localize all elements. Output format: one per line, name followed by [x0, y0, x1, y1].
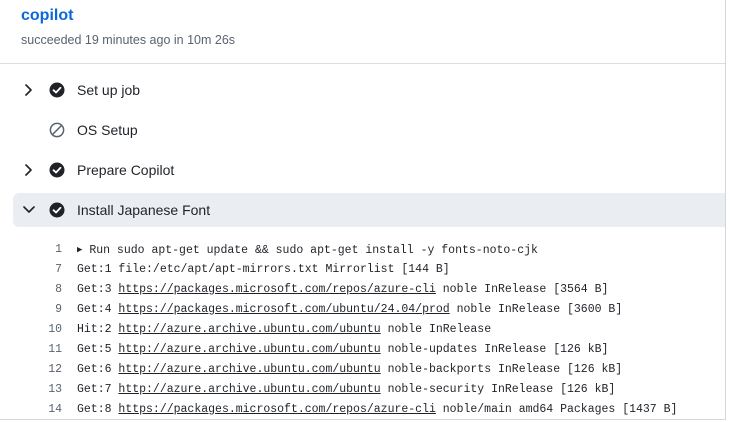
- log-suffix: file:/etc/apt/apt-mirrors.txt Mirrorlist…: [118, 263, 450, 276]
- log-line: 1 ▶ Run sudo apt-get update && sudo apt-g…: [13, 240, 725, 261]
- log-prefix: Get:5: [77, 343, 119, 356]
- log-group-text[interactable]: Run sudo apt-get update && sudo apt-get …: [89, 244, 538, 257]
- log-line: 14 Get:8 https://packages.microsoft.com/r…: [13, 400, 725, 419]
- check-circle-fill-icon: [49, 82, 65, 98]
- log-line-number[interactable]: 13: [13, 380, 62, 400]
- log-line-number[interactable]: 11: [13, 340, 62, 360]
- log-link[interactable]: https://packages.microsoft.com/ubuntu/24…: [118, 303, 449, 316]
- log-line-text: Get:8 https://packages.microsoft.com/rep…: [77, 400, 678, 419]
- step-label: OS Setup: [77, 122, 138, 138]
- log-suffix: noble-updates InRelease [126 kB]: [380, 343, 609, 356]
- log-line: 8 Get:3 https://packages.microsoft.com/re…: [13, 280, 725, 300]
- skip-icon: [49, 122, 65, 138]
- chevron-right-icon[interactable]: [23, 84, 35, 96]
- log-link[interactable]: https://packages.microsoft.com/repos/azu…: [118, 403, 435, 416]
- log-suffix: noble InRelease: [380, 323, 492, 336]
- log-line-number[interactable]: 9: [13, 300, 62, 320]
- log-suffix: noble-backports InRelease [126 kB]: [380, 363, 623, 376]
- job-status-text: succeeded 19 minutes ago in 10m 26s: [21, 33, 236, 47]
- log-line: 9 Get:4 https://packages.microsoft.com/ub…: [13, 300, 725, 320]
- log-suffix: noble-security InRelease [126 kB]: [380, 383, 616, 396]
- log-link[interactable]: http://azure.archive.ubuntu.com/ubuntu: [118, 383, 380, 396]
- log-line: 13 Get:7 http://azure.archive.ubuntu.com/…: [13, 380, 725, 400]
- log-link[interactable]: http://azure.archive.ubuntu.com/ubuntu: [118, 343, 380, 356]
- steps-list: Set up job OS Setup Prepare Copilot Install…: [13, 70, 725, 230]
- log-line-text: Get:4 https://packages.microsoft.com/ubu…: [77, 300, 622, 320]
- log-link[interactable]: http://azure.archive.ubuntu.com/ubuntu: [118, 363, 380, 376]
- chevron-down-icon[interactable]: [23, 204, 35, 216]
- log-link[interactable]: http://azure.archive.ubuntu.com/ubuntu: [118, 323, 380, 336]
- log-line-number[interactable]: 14: [13, 400, 62, 419]
- log-line-number[interactable]: 7: [13, 260, 62, 280]
- log-line: 10 Hit:2 http://azure.archive.ubuntu.com/…: [13, 320, 725, 340]
- log-prefix: Hit:2: [77, 323, 119, 336]
- log-line-text: Get:7 http://azure.archive.ubuntu.com/ub…: [77, 380, 615, 400]
- log-prefix: Get:1: [77, 263, 119, 276]
- log-line-text: Get:5 http://azure.archive.ubuntu.com/ub…: [77, 340, 608, 360]
- job-header: copilot succeeded 19 minutes ago in 10m …: [21, 6, 235, 48]
- log-line: 7 Get:1 file:/etc/apt/apt-mirrors.txt Mir…: [13, 260, 725, 280]
- log-line-number[interactable]: 1: [13, 240, 62, 260]
- log-line-number[interactable]: 12: [13, 360, 62, 380]
- step-row[interactable]: Prepare Copilot: [13, 150, 725, 190]
- check-circle-fill-icon: [49, 202, 65, 218]
- log-prefix: Get:7: [77, 383, 119, 396]
- log-line: 11 Get:5 http://azure.archive.ubuntu.com/…: [13, 340, 725, 360]
- header-divider: [0, 63, 725, 64]
- log-prefix: Get:8: [77, 403, 119, 416]
- step-row[interactable]: OS Setup: [13, 110, 725, 150]
- job-panel: copilot succeeded 19 minutes ago in 10m …: [0, 0, 726, 420]
- log-suffix: noble/main amd64 Packages [1437 B]: [435, 403, 678, 416]
- log-line-number[interactable]: 8: [13, 280, 62, 300]
- log-suffix: noble InRelease [3564 B]: [435, 283, 609, 296]
- log-line-number[interactable]: 10: [13, 320, 62, 340]
- log-line-text: Get:3 https://packages.microsoft.com/rep…: [77, 280, 608, 300]
- log-line-text: Get:1 file:/etc/apt/apt-mirrors.txt Mirr…: [77, 260, 450, 280]
- step-row[interactable]: Install Japanese Font: [13, 193, 725, 227]
- log-line-text: Get:6 http://azure.archive.ubuntu.com/ub…: [77, 360, 622, 380]
- log-link[interactable]: https://packages.microsoft.com/repos/azu…: [118, 283, 435, 296]
- step-row[interactable]: Set up job: [13, 70, 725, 110]
- log-prefix: Get:4: [77, 303, 119, 316]
- step-label: Set up job: [77, 82, 141, 98]
- triangle-right-icon[interactable]: ▶: [77, 240, 82, 260]
- chevron-right-icon[interactable]: [23, 164, 35, 176]
- log-prefix: Get:3: [77, 283, 119, 296]
- log-line-text: ▶ Run sudo apt-get update && sudo apt-ge…: [77, 240, 538, 261]
- log-suffix: noble InRelease [3600 B]: [449, 303, 623, 316]
- log-line-text: Hit:2 http://azure.archive.ubuntu.com/ub…: [77, 320, 491, 340]
- step-label: Prepare Copilot: [77, 162, 175, 178]
- step-label: Install Japanese Font: [77, 202, 211, 218]
- log-line: 12 Get:6 http://azure.archive.ubuntu.com/…: [13, 360, 725, 380]
- log-prefix: Get:6: [77, 363, 119, 376]
- check-circle-fill-icon: [49, 162, 65, 178]
- step-log: 1 ▶ Run sudo apt-get update && sudo apt-g…: [13, 240, 725, 419]
- job-title-link[interactable]: copilot: [21, 6, 235, 26]
